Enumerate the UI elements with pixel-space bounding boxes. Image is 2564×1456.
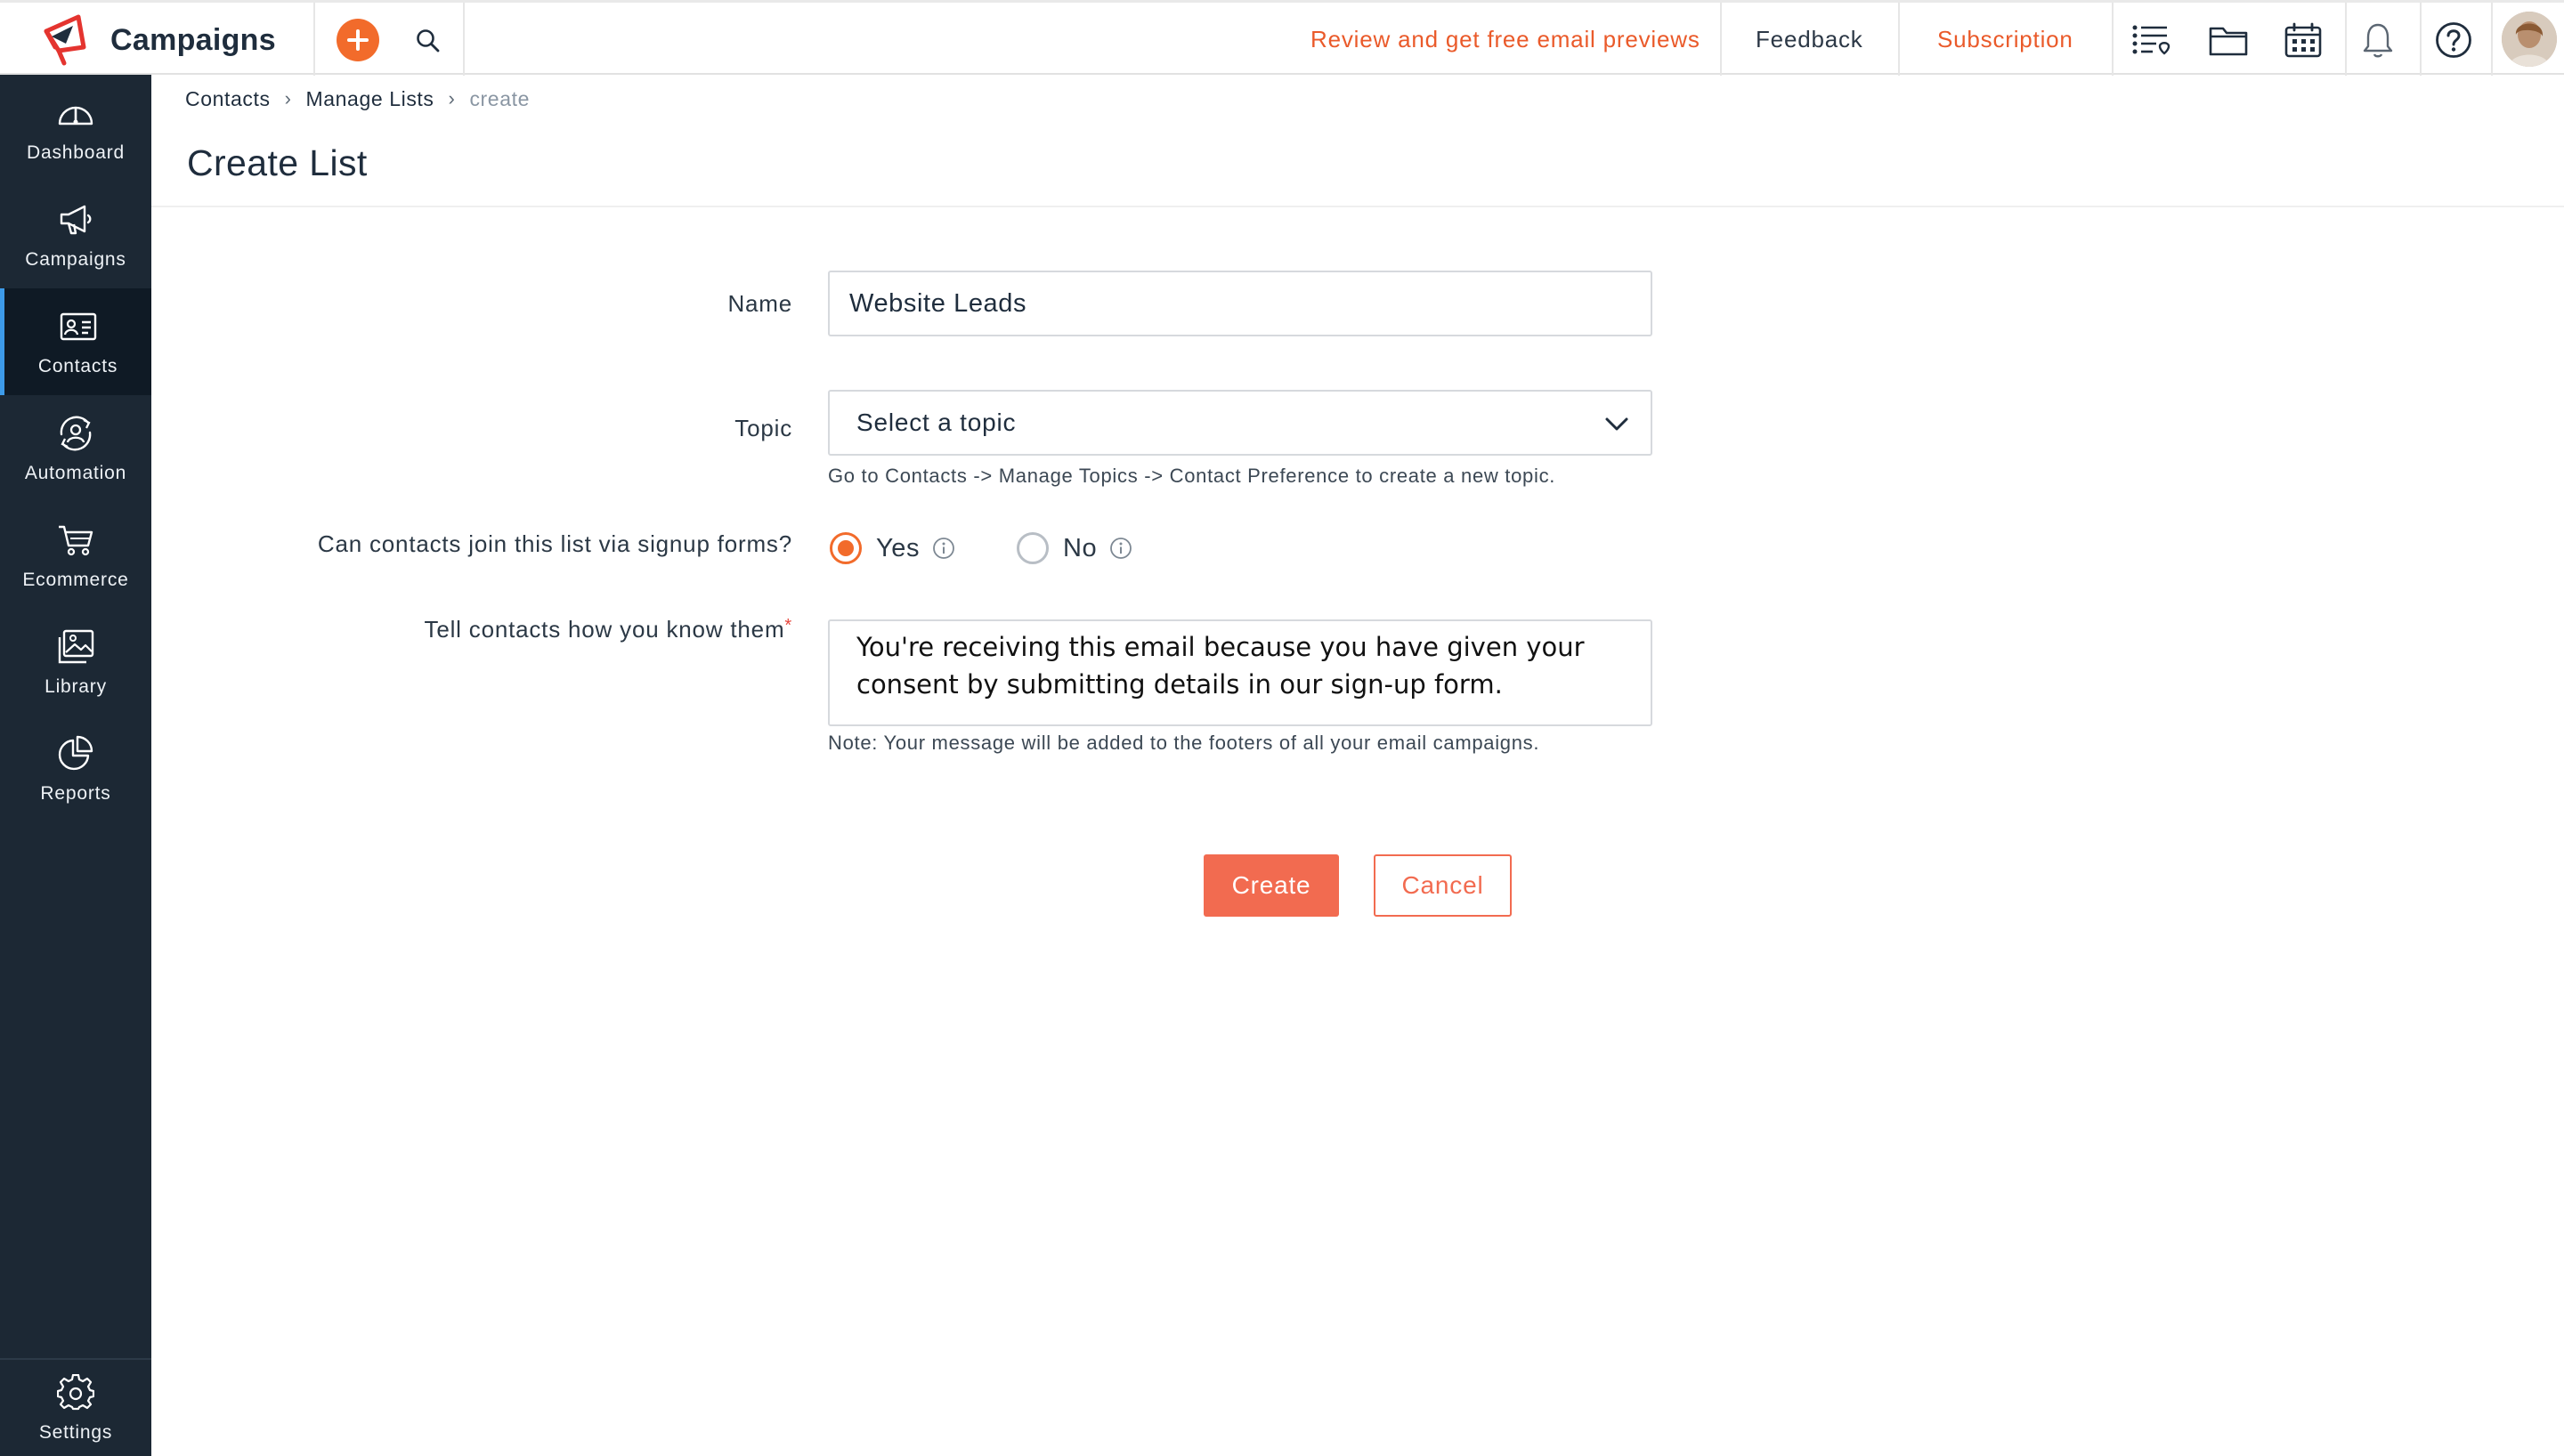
sidebar: Dashboard Campaigns Contacts Automation … xyxy=(0,75,151,1456)
notifications-button[interactable] xyxy=(2356,18,2400,62)
divider xyxy=(1720,3,1722,76)
subscription-link[interactable]: Subscription xyxy=(1937,3,2073,76)
sidebar-item-automation[interactable]: Automation xyxy=(0,395,151,502)
breadcrumb-manage-lists[interactable]: Manage Lists xyxy=(306,87,434,111)
app-title: Campaigns xyxy=(110,22,276,57)
required-asterisk: * xyxy=(784,616,792,635)
topic-select-value: Select a topic xyxy=(856,408,1017,436)
create-button[interactable]: Create xyxy=(1204,854,1339,917)
free-email-previews-link[interactable]: Review and get free email previews xyxy=(1310,3,1700,76)
chevron-down-icon xyxy=(1605,417,1628,431)
info-icon[interactable] xyxy=(1109,537,1132,560)
contact-card-icon xyxy=(58,306,99,347)
divider xyxy=(2345,3,2347,76)
sidebar-item-reports[interactable]: Reports xyxy=(0,716,151,822)
sidebar-item-campaigns[interactable]: Campaigns xyxy=(0,182,151,288)
know-them-label: Tell contacts how you know them* xyxy=(267,616,792,643)
know-them-textarea[interactable]: You're receiving this email because you … xyxy=(828,619,1652,726)
breadcrumb-contacts[interactable]: Contacts xyxy=(185,87,271,111)
page-title: Create List xyxy=(187,142,368,183)
signup-yes-radio[interactable]: Yes xyxy=(830,530,955,566)
folder-button[interactable] xyxy=(2206,18,2251,62)
cancel-button[interactable]: Cancel xyxy=(1374,854,1512,917)
sidebar-item-settings[interactable]: Settings xyxy=(0,1360,151,1456)
image-library-icon xyxy=(55,627,96,667)
chevron-right-icon: › xyxy=(448,87,456,109)
sidebar-item-library[interactable]: Library xyxy=(0,609,151,716)
automation-icon xyxy=(55,413,96,454)
breadcrumb: Contacts › Manage Lists › create xyxy=(185,84,530,114)
megaphone-icon xyxy=(55,199,96,240)
sidebar-item-label: Automation xyxy=(24,463,127,483)
divider xyxy=(2491,3,2493,76)
sidebar-item-dashboard[interactable]: Dashboard xyxy=(0,75,151,182)
chevron-right-icon: › xyxy=(284,87,292,109)
gear-icon xyxy=(55,1372,96,1413)
divider xyxy=(1898,3,1900,76)
user-avatar[interactable] xyxy=(2502,12,2557,67)
breadcrumb-current: create xyxy=(469,86,530,110)
calendar-icon xyxy=(2284,22,2322,58)
app-logo[interactable]: Campaigns xyxy=(39,8,276,72)
search-button[interactable] xyxy=(408,20,449,61)
avatar-image xyxy=(2502,12,2557,67)
calendar-button[interactable] xyxy=(2281,18,2325,62)
divider xyxy=(463,3,465,76)
radio-selected-icon xyxy=(830,532,862,564)
radio-label-yes: Yes xyxy=(876,533,921,562)
divider xyxy=(2420,3,2422,76)
plus-icon xyxy=(347,29,369,51)
pie-chart-icon xyxy=(55,733,96,774)
sidebar-item-contacts[interactable]: Contacts xyxy=(0,288,151,395)
sidebar-item-label: Campaigns xyxy=(25,249,126,270)
sidebar-item-label: Ecommerce xyxy=(22,570,129,590)
sidebar-item-label: Reports xyxy=(40,783,111,804)
radio-unselected-icon xyxy=(1017,532,1049,564)
checklist-button[interactable] xyxy=(2130,18,2174,62)
name-label: Name xyxy=(727,290,792,317)
sidebar-item-ecommerce[interactable]: Ecommerce xyxy=(0,502,151,609)
sidebar-item-label: Settings xyxy=(38,1422,113,1443)
know-them-label-text: Tell contacts how you know them xyxy=(424,616,785,643)
gauge-icon xyxy=(55,93,96,133)
radio-label-no: No xyxy=(1063,533,1098,562)
sidebar-item-label: Library xyxy=(45,676,107,697)
footer-note: Note: Your message will be added to the … xyxy=(828,732,1540,754)
campaigns-logo-icon xyxy=(44,14,86,66)
name-field[interactable] xyxy=(828,271,1652,336)
info-icon[interactable] xyxy=(932,537,955,560)
folder-icon xyxy=(2209,27,2248,56)
cart-icon xyxy=(55,520,96,561)
signup-no-radio[interactable]: No xyxy=(1017,530,1132,566)
search-icon xyxy=(417,29,440,53)
divider xyxy=(2112,3,2114,76)
topic-hint: Go to Contacts -> Manage Topics -> Conta… xyxy=(828,465,1556,487)
checklist-icon xyxy=(2132,25,2170,55)
help-button[interactable] xyxy=(2431,18,2476,62)
header-divider xyxy=(151,206,2564,207)
signup-label: Can contacts join this list via signup f… xyxy=(317,530,792,557)
help-icon xyxy=(2436,22,2471,58)
divider xyxy=(313,3,315,76)
sidebar-item-label: Contacts xyxy=(37,356,118,376)
sidebar-item-label: Dashboard xyxy=(27,142,125,163)
top-bar: Campaigns Review and get free email prev… xyxy=(0,0,2564,76)
bell-icon xyxy=(2363,23,2393,58)
add-button[interactable] xyxy=(337,19,379,61)
topic-label: Topic xyxy=(734,415,792,441)
feedback-link[interactable]: Feedback xyxy=(1756,3,1863,76)
topic-select[interactable]: Select a topic xyxy=(828,390,1652,456)
